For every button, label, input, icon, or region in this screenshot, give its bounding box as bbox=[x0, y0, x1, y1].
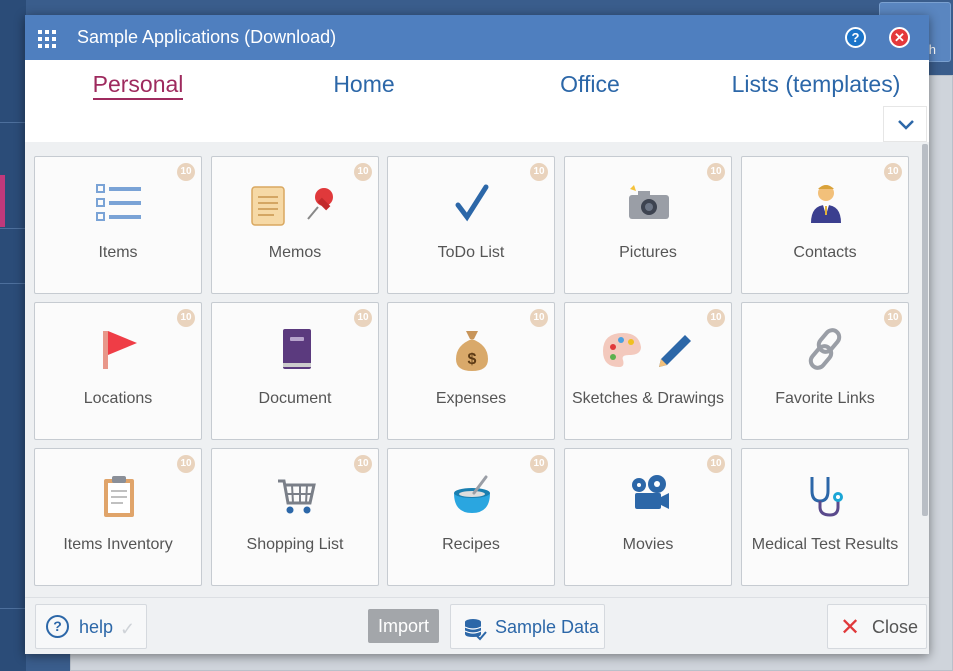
question-icon: ? bbox=[46, 615, 69, 638]
tile-label: Expenses bbox=[435, 390, 507, 407]
sample-applications-dialog: Sample Applications (Download) ? ✕ Perso… bbox=[25, 15, 929, 654]
camera-icon bbox=[565, 181, 733, 231]
count-badge: 10 bbox=[707, 455, 725, 473]
tile-label: Contacts bbox=[793, 244, 857, 261]
stethoscope-icon bbox=[742, 473, 910, 523]
count-badge: 10 bbox=[530, 309, 548, 327]
tile-favorite-links[interactable]: 10 Favorite Links bbox=[741, 302, 909, 440]
tile-expenses[interactable]: 10 $ Expenses bbox=[387, 302, 555, 440]
background-button-label: h bbox=[928, 42, 936, 57]
money-bag-icon: $ bbox=[388, 327, 556, 377]
svg-text:$: $ bbox=[468, 351, 477, 368]
sidebar-divider bbox=[0, 122, 26, 123]
help-label: help bbox=[79, 617, 114, 637]
count-badge: 10 bbox=[354, 163, 372, 181]
tile-label: Movies bbox=[622, 536, 674, 553]
sidebar-divider bbox=[0, 228, 26, 229]
tile-label: Medical Test Results bbox=[751, 536, 899, 553]
count-badge: 10 bbox=[707, 163, 725, 181]
tile-recipes[interactable]: 10 Recipes bbox=[387, 448, 555, 586]
chain-link-icon bbox=[742, 327, 910, 377]
count-badge: 10 bbox=[177, 455, 195, 473]
bowl-icon bbox=[388, 473, 556, 523]
tile-items[interactable]: 10 Items bbox=[34, 156, 202, 294]
dialog-footer: ? help ✓ Import Sample Data ✕ Close bbox=[25, 597, 929, 654]
background-sidebar bbox=[0, 0, 26, 671]
sample-data-label: Sample Data bbox=[495, 617, 600, 637]
film-projector-icon bbox=[565, 473, 733, 523]
tab-lists-templates[interactable]: Lists (templates) bbox=[716, 68, 916, 101]
tab-personal[interactable]: Personal bbox=[38, 68, 238, 101]
count-badge: 10 bbox=[707, 309, 725, 327]
chevron-down-icon[interactable] bbox=[883, 106, 927, 142]
person-icon bbox=[742, 181, 910, 231]
import-button[interactable]: Import bbox=[368, 609, 439, 643]
shopping-cart-icon bbox=[212, 473, 380, 523]
help-circle-icon[interactable]: ? bbox=[845, 27, 866, 48]
dialog-titlebar: Sample Applications (Download) ? ✕ bbox=[25, 15, 929, 60]
tile-locations[interactable]: 10 Locations bbox=[34, 302, 202, 440]
tile-label: Recipes bbox=[442, 536, 500, 553]
tile-label: ToDo List bbox=[437, 244, 505, 261]
tab-home[interactable]: Home bbox=[264, 68, 464, 101]
close-circle-icon[interactable]: ✕ bbox=[889, 27, 910, 48]
tile-label: Shopping List bbox=[246, 536, 344, 553]
book-icon bbox=[212, 327, 380, 377]
close-button[interactable]: ✕ Close bbox=[827, 604, 927, 649]
tile-todo-list[interactable]: 10 ToDo List bbox=[387, 156, 555, 294]
dialog-title: Sample Applications (Download) bbox=[77, 27, 337, 47]
tile-items-inventory[interactable]: 10 Items Inventory bbox=[34, 448, 202, 586]
database-check-icon bbox=[463, 617, 487, 646]
category-tabs: Personal Home Office Lists (templates) bbox=[25, 60, 929, 142]
scroll-pin-icon bbox=[212, 181, 380, 231]
tile-label: Items Inventory bbox=[63, 536, 173, 553]
clipboard-icon bbox=[35, 473, 203, 523]
sidebar-active-indicator bbox=[0, 175, 5, 227]
tile-movies[interactable]: 10 Movies bbox=[564, 448, 732, 586]
close-label: Close bbox=[872, 617, 919, 637]
tile-sketches-drawings[interactable]: 10 Sketches & Drawings bbox=[564, 302, 732, 440]
sample-data-button[interactable]: Sample Data bbox=[450, 604, 605, 649]
tile-medical-test-results[interactable]: Medical Test Results bbox=[741, 448, 909, 586]
tile-pictures[interactable]: 10 Pictures bbox=[564, 156, 732, 294]
sidebar-divider bbox=[0, 608, 26, 609]
tile-memos[interactable]: 10 Memos bbox=[211, 156, 379, 294]
count-badge: 10 bbox=[177, 163, 195, 181]
scrollbar[interactable] bbox=[922, 144, 928, 516]
flag-icon bbox=[35, 327, 203, 377]
sidebar-divider bbox=[0, 283, 26, 284]
tab-office[interactable]: Office bbox=[490, 68, 690, 101]
list-icon bbox=[35, 181, 203, 231]
count-badge: 10 bbox=[884, 163, 902, 181]
tile-document[interactable]: 10 Document bbox=[211, 302, 379, 440]
tile-label: Favorite Links bbox=[775, 390, 875, 407]
tile-label: Locations bbox=[83, 390, 153, 407]
count-badge: 10 bbox=[884, 309, 902, 327]
count-badge: 10 bbox=[177, 309, 195, 327]
palette-pen-icon bbox=[565, 327, 733, 377]
checkmark-icon: ✓ bbox=[120, 619, 136, 639]
count-badge: 10 bbox=[354, 309, 372, 327]
help-button[interactable]: ? help ✓ bbox=[35, 604, 147, 649]
tile-shopping-list[interactable]: 10 Shopping List bbox=[211, 448, 379, 586]
count-badge: 10 bbox=[354, 455, 372, 473]
tile-label: Items bbox=[98, 244, 138, 261]
tile-label: Document bbox=[258, 390, 332, 407]
apps-grid-icon[interactable] bbox=[38, 30, 56, 48]
close-icon: ✕ bbox=[840, 614, 861, 641]
tile-contacts[interactable]: 10 Contacts bbox=[741, 156, 909, 294]
tile-label: Sketches & Drawings bbox=[571, 390, 725, 407]
count-badge: 10 bbox=[530, 163, 548, 181]
count-badge: 10 bbox=[530, 455, 548, 473]
tile-label: Pictures bbox=[619, 244, 677, 261]
tile-label: Memos bbox=[268, 244, 322, 261]
checkmark-icon bbox=[388, 181, 556, 231]
